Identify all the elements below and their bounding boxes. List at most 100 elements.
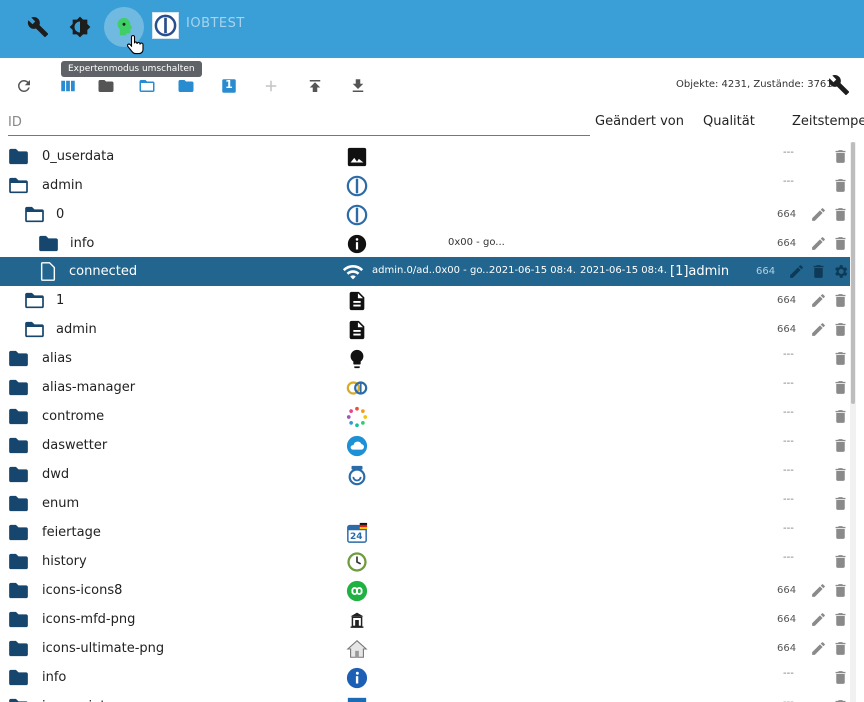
delete-icon[interactable] <box>832 669 849 686</box>
folder-closed-icon[interactable] <box>8 379 29 396</box>
wrench-icon[interactable] <box>21 10 55 44</box>
image-icon <box>346 146 368 168</box>
tree-row[interactable]: admin --- <box>0 171 850 200</box>
tree-row[interactable]: dwd --- <box>0 460 850 489</box>
level-icon[interactable]: 1 <box>218 75 240 97</box>
edit-icon[interactable] <box>810 321 827 338</box>
folder-open-icon[interactable] <box>24 206 45 223</box>
edit-icon[interactable] <box>810 292 827 309</box>
download-icon[interactable] <box>347 75 369 97</box>
tree-row[interactable]: icons-mfd-png 664 <box>0 605 850 634</box>
acl-value: --- <box>783 176 794 187</box>
tree-row[interactable]: admin 664 <box>0 315 850 344</box>
tree-row-selected[interactable]: connected admin.0/ad... 0x00 - go... 202… <box>0 257 850 286</box>
folder-open-icon[interactable] <box>24 321 45 338</box>
row-label: dwd <box>42 467 70 482</box>
gear-icon[interactable] <box>832 263 849 280</box>
folder-open-icon[interactable] <box>8 177 29 194</box>
edit-icon[interactable] <box>810 206 827 223</box>
delete-icon[interactable] <box>832 466 849 483</box>
edit-icon[interactable] <box>810 611 827 628</box>
tree-row[interactable]: alias-manager --- <box>0 373 850 402</box>
iobroker-logo[interactable] <box>152 12 179 39</box>
js-icon <box>346 696 368 702</box>
tree-row[interactable]: icons-ultimate-png 664 <box>0 634 850 663</box>
calendar-day: 24 <box>350 532 363 542</box>
id-filter-input[interactable] <box>8 110 590 136</box>
tree-row[interactable]: info --- <box>0 663 850 692</box>
scrollbar-thumb[interactable] <box>851 142 855 404</box>
delete-icon[interactable] <box>832 235 849 252</box>
delete-icon[interactable] <box>832 206 849 223</box>
delete-icon[interactable] <box>832 177 849 194</box>
delete-icon[interactable] <box>832 698 849 702</box>
folder-closed-icon[interactable] <box>8 669 29 686</box>
column-timestamp[interactable]: Zeitstempel <box>792 114 864 129</box>
delete-icon[interactable] <box>832 611 849 628</box>
tree-row[interactable]: controme --- <box>0 402 850 431</box>
delete-icon[interactable] <box>832 292 849 309</box>
delete-icon[interactable] <box>832 148 849 165</box>
delete-icon[interactable] <box>832 379 849 396</box>
delete-icon[interactable] <box>832 495 849 512</box>
delete-icon[interactable] <box>832 553 849 570</box>
delete-icon[interactable] <box>832 437 849 454</box>
edit-icon[interactable] <box>788 263 805 280</box>
row-label: 1 <box>56 293 65 308</box>
folder-closed-icon[interactable] <box>8 350 29 367</box>
delete-icon[interactable] <box>810 263 827 280</box>
tree-row[interactable]: 0 664 <box>0 200 850 229</box>
delete-icon[interactable] <box>832 321 849 338</box>
column-changed-by[interactable]: Geändert von <box>595 114 684 129</box>
delete-icon[interactable] <box>832 350 849 367</box>
tree-row[interactable]: icons-icons8 664 <box>0 576 850 605</box>
folder-closed-icon[interactable] <box>8 640 29 657</box>
brightness-icon[interactable] <box>63 10 97 44</box>
row-label: icons-icons8 <box>42 583 123 598</box>
folder-closed-icon[interactable] <box>8 148 29 165</box>
tree-row[interactable]: javascript --- <box>0 692 850 702</box>
tree-row[interactable]: 1 664 <box>0 286 850 315</box>
delete-icon[interactable] <box>832 408 849 425</box>
row-label: icons-mfd-png <box>42 612 136 627</box>
tree-row[interactable]: history --- <box>0 547 850 576</box>
columns-icon[interactable] <box>57 75 79 97</box>
folder-closed-icon[interactable] <box>8 582 29 599</box>
folder-closed-icon[interactable] <box>8 408 29 425</box>
folder-collapse-icon[interactable] <box>95 75 117 97</box>
folder-icon[interactable] <box>175 75 197 97</box>
folder-closed-icon[interactable] <box>8 698 29 702</box>
folder-closed-icon[interactable] <box>8 524 29 541</box>
settings-wrench-icon[interactable] <box>828 74 852 98</box>
delete-icon[interactable] <box>832 524 849 541</box>
refresh-icon[interactable] <box>13 75 35 97</box>
info-blue-icon <box>346 667 368 689</box>
folder-closed-icon[interactable] <box>8 495 29 512</box>
folder-open-icon[interactable] <box>24 292 45 309</box>
edit-icon[interactable] <box>810 235 827 252</box>
edit-icon[interactable] <box>810 582 827 599</box>
tree-row[interactable]: info 0x00 - go... 664 <box>0 229 850 258</box>
column-quality[interactable]: Qualität <box>703 114 755 129</box>
edit-icon[interactable] <box>810 640 827 657</box>
controme-icon <box>346 406 368 428</box>
row-label: admin <box>56 322 97 337</box>
house-icon <box>346 638 368 660</box>
tree-row[interactable]: daswetter --- <box>0 431 850 460</box>
folder-closed-icon[interactable] <box>38 235 59 252</box>
tree-row[interactable]: enum --- <box>0 489 850 518</box>
add-icon[interactable] <box>260 75 282 97</box>
folder-closed-icon[interactable] <box>8 611 29 628</box>
quality-value: 0x00 - go... <box>448 237 505 248</box>
tree-row[interactable]: 0_userdata --- <box>0 142 850 171</box>
delete-icon[interactable] <box>832 640 849 657</box>
upload-icon[interactable] <box>304 75 326 97</box>
tree-row[interactable]: feiertage 24 --- <box>0 518 850 547</box>
delete-icon[interactable] <box>832 582 849 599</box>
folder-open-icon[interactable] <box>136 75 158 97</box>
folder-closed-icon[interactable] <box>8 466 29 483</box>
acl-value: 664 <box>777 643 797 654</box>
folder-closed-icon[interactable] <box>8 553 29 570</box>
folder-closed-icon[interactable] <box>8 437 29 454</box>
tree-row[interactable]: alias --- <box>0 344 850 373</box>
